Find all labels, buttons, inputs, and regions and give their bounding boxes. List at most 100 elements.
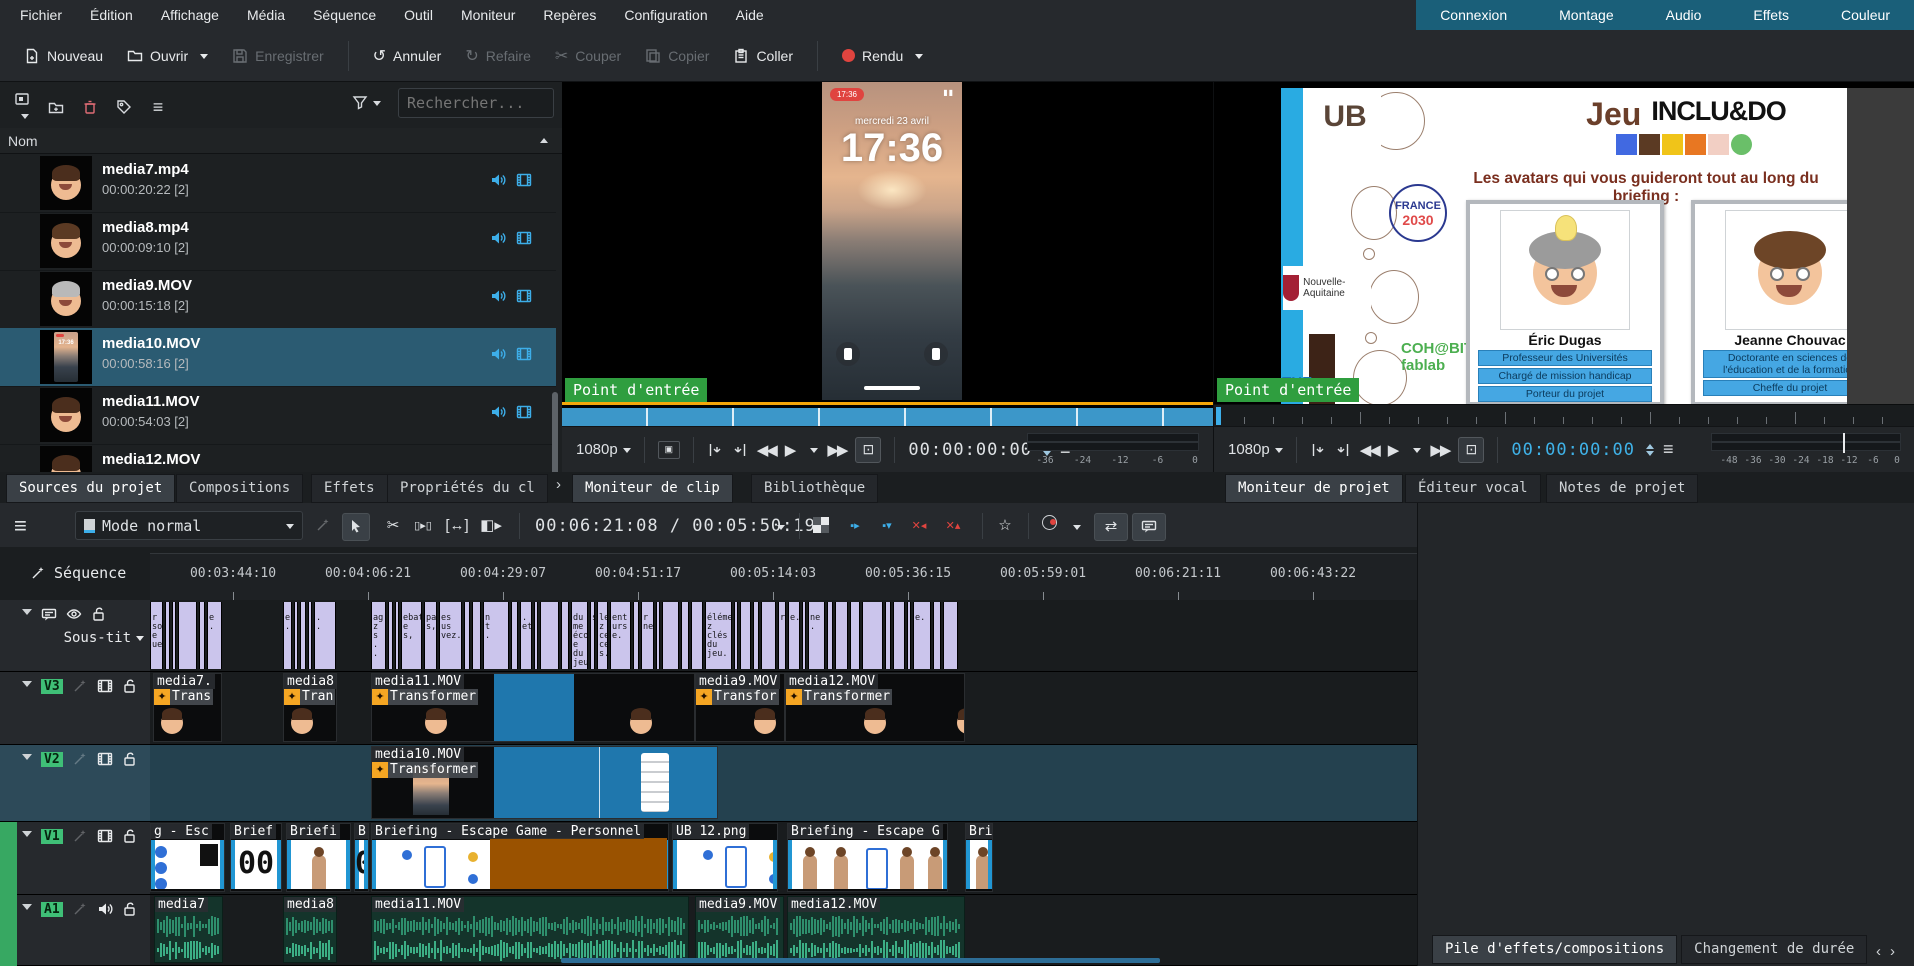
timeline-ruler[interactable]: 00:03:44:1000:04:06:2100:04:29:0700:04:5…	[150, 553, 1417, 602]
menu-moniteur[interactable]: Moniteur	[447, 0, 529, 30]
menu-aide[interactable]: Aide	[722, 0, 778, 30]
timecode-spinner[interactable]	[1646, 440, 1654, 460]
annuler-button[interactable]: ↺Annuler	[363, 40, 452, 72]
subtitle-clip[interactable]: r.	[778, 602, 786, 669]
forward-button[interactable]: ▶▶	[1430, 441, 1449, 459]
lift-zone-icon[interactable]: ✕▴	[940, 513, 966, 539]
subtitle-clip[interactable]	[633, 602, 639, 669]
subtitle-clip[interactable]	[300, 602, 306, 669]
rewind-button[interactable]: ◀◀	[757, 441, 776, 459]
tab-notes-de-projet[interactable]: Notes de projet	[1546, 474, 1698, 503]
subtitle-clip[interactable]: élémede z clés du jeu.	[705, 602, 732, 669]
subtitle-clip[interactable]	[835, 602, 848, 669]
zone-mode-button[interactable]: ⊡	[855, 437, 881, 463]
bin-item-media10-mov[interactable]: 17:36media10.MOV00:00:58:16 [2]	[0, 328, 556, 387]
track-v2-header[interactable]: V2	[0, 745, 150, 822]
subtitle-toggle-button[interactable]	[1132, 513, 1166, 541]
subtitle-clip[interactable]: e.	[788, 602, 800, 669]
subtitle-track-name[interactable]: Sous-tit	[64, 630, 144, 646]
menu-media[interactable]: Média	[233, 0, 299, 30]
resolution-select[interactable]: 1080p	[1228, 441, 1283, 458]
monitor-overlay-icon[interactable]: ▣	[658, 441, 680, 459]
timeline-clip-media11-mov[interactable]: media11.MOV✦Transformer	[371, 673, 695, 742]
selection-tool-button[interactable]	[342, 513, 370, 541]
nouveau-button[interactable]: Nouveau	[14, 42, 113, 70]
subtitle-clip[interactable]	[294, 602, 298, 669]
bin-item-media8-mp4[interactable]: media8.mp400:00:09:10 [2]	[0, 212, 556, 271]
subtitle-clip[interactable]	[740, 602, 751, 669]
subtitle-clip[interactable]: ne .	[808, 602, 825, 669]
extract-zone-icon[interactable]: ✕◂	[906, 513, 932, 539]
menu-outil[interactable]: Outil	[390, 0, 447, 30]
subtitle-clip[interactable]: r ne.	[641, 602, 654, 669]
timeline-clip-media8[interactable]: media8✦Tran	[283, 673, 337, 742]
bin-scrollbar[interactable]	[552, 392, 558, 484]
track-v1-header[interactable]: V1	[0, 822, 150, 895]
play-options-chevron[interactable]	[810, 448, 818, 457]
timeline-clip-media9-mov[interactable]: media9.MOV✦Transfor	[695, 673, 785, 742]
clip-timecode[interactable]: 00:00:00:00	[908, 440, 1032, 460]
menu-fichier[interactable]: Fichier	[6, 0, 76, 30]
audio-stream-icon[interactable]	[490, 230, 506, 246]
audio-clip-media12-mov[interactable]: media12.MOV	[787, 896, 965, 963]
video-stream-icon[interactable]	[516, 230, 532, 246]
tab-scroll-left-icon[interactable]: ‹	[1876, 943, 1881, 960]
subtitle-clip[interactable]	[761, 602, 776, 669]
subtitle-clip[interactable]	[199, 602, 205, 669]
timeline-clip-briefing-escape-game-personnel[interactable]: Briefing - Escape Game - Personnel	[371, 823, 669, 892]
subtitle-clip[interactable]: ent urs e.	[610, 602, 631, 669]
timeline-timecode[interactable]: 00:06:21:08 / 00:05:50:19	[535, 516, 816, 536]
rewind-button[interactable]: ◀◀	[1360, 441, 1379, 459]
tab-bibliotheque[interactable]: Bibliothèque	[751, 474, 878, 503]
timeline-clip-bri[interactable]: Bri	[965, 823, 993, 892]
workspace-montage[interactable]: Montage	[1559, 7, 1613, 23]
tab-proprietes-du-cl[interactable]: Propriétés du cl	[387, 474, 548, 503]
timecode-chevron[interactable]	[777, 525, 785, 534]
tab-scroll-right-icon[interactable]: ›	[556, 476, 561, 493]
timeline-horizontal-scrollbar[interactable]	[561, 958, 1160, 963]
subtitle-clip[interactable]	[933, 602, 941, 669]
subtitle-clip[interactable]	[165, 602, 170, 669]
workspace-audio[interactable]: Audio	[1666, 7, 1702, 23]
collapse-chevron-icon[interactable]	[22, 831, 32, 842]
audio-clip-media9-mov[interactable]: media9.MOV	[695, 896, 784, 963]
subtitle-clip[interactable]: e.	[913, 602, 931, 669]
tab-moniteur-de-clip[interactable]: Moniteur de clip	[572, 474, 733, 503]
edit-mode-select[interactable]: Mode normal	[75, 511, 303, 540]
subtitle-clip[interactable]: . et.	[520, 602, 532, 669]
video-stream-icon[interactable]	[516, 404, 532, 420]
timeline-clip-media10-mov[interactable]: media10.MOV✦Transformer	[371, 746, 718, 819]
subtitle-clip[interactable]: . .	[314, 602, 336, 669]
insert-zone-icon[interactable]: ▪▸	[842, 513, 868, 539]
timeline-clip-g-esc[interactable]: g - Esc	[150, 823, 225, 892]
audio-stream-icon[interactable]	[490, 172, 506, 188]
favorite-effects-icon[interactable]: ☆	[992, 513, 1018, 539]
subtitle-clip[interactable]: ebat e s,	[401, 602, 422, 669]
subtitle-clip[interactable]	[472, 602, 481, 669]
subtitle-clip[interactable]	[893, 602, 905, 669]
tab-scroll-right-icon[interactable]: ›	[1890, 943, 1895, 960]
zone-in-icon[interactable]	[707, 442, 723, 458]
tab-effets[interactable]: Effets	[311, 474, 388, 503]
play-button[interactable]: ▶	[1388, 441, 1400, 459]
search-input[interactable]	[398, 88, 554, 118]
spacer-tool-button[interactable]: ▯▸▯	[410, 513, 436, 539]
menu-configuration[interactable]: Configuration	[610, 0, 721, 30]
bin-column-header[interactable]: Nom	[0, 128, 562, 154]
resolution-select[interactable]: 1080p	[576, 441, 631, 458]
tab-moniteur-de-projet[interactable]: Moniteur de projet	[1225, 474, 1403, 503]
play-options-chevron[interactable]	[1413, 448, 1421, 457]
audio-clip-media11-mov[interactable]: media11.MOV	[371, 896, 689, 963]
timeline-clip-brief[interactable]: 00Brief	[230, 823, 282, 892]
zone-in-icon[interactable]	[1310, 442, 1326, 458]
collapse-chevron-icon[interactable]	[22, 681, 32, 692]
audio-stream-icon[interactable]	[490, 404, 506, 420]
workspace-couleur[interactable]: Couleur	[1841, 7, 1890, 23]
tab-sources-du-projet[interactable]: Sources du projet	[6, 474, 175, 503]
subtitle-clip[interactable]	[862, 602, 883, 669]
timeline-clip-media12-mov[interactable]: media12.MOV✦Transformer	[785, 673, 965, 742]
audio-clip-media8[interactable]: media8	[283, 896, 337, 963]
timeline-clip-ub-12-png[interactable]: UB 12.png	[672, 823, 778, 892]
collapse-chevron-icon[interactable]	[22, 609, 32, 620]
track-target-indicator[interactable]	[0, 822, 17, 895]
